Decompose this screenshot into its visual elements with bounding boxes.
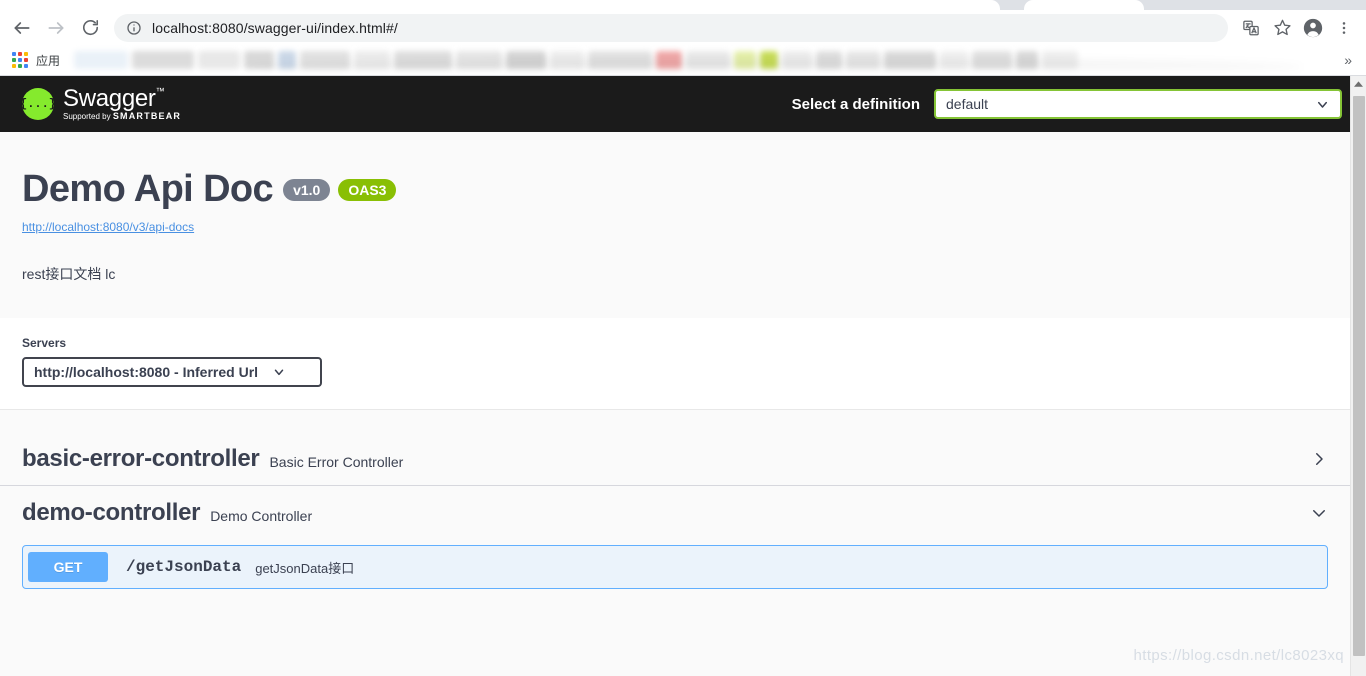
operation-summary: getJsonData接口 [255,560,355,576]
operation-list: GET /getJsonData getJsonData接口 [0,539,1350,589]
server-select[interactable]: http://localhost:8080 - Inferred Url [22,357,322,387]
reload-button[interactable] [76,14,104,42]
bookmark-item[interactable] [760,51,779,69]
tab-strip [0,0,1366,10]
page-title: Demo Api Doc v1.0 OAS3 [22,168,1328,211]
browser-window: localhost:8080/swagger-ui/index.html#/ 应… [0,0,1366,676]
apps-grid-icon[interactable] [12,52,28,68]
api-description: rest接口文档 lc [22,266,116,282]
bookmark-items-blurred [74,45,1344,75]
api-title-text: Demo Api Doc [22,168,274,210]
bookmark-item[interactable] [550,51,585,69]
tag-name: basic-error-controller [22,445,260,472]
more-menu-icon[interactable] [1330,14,1358,42]
bookmark-item[interactable] [506,51,547,69]
bookmarks-overflow-button[interactable]: » [1344,52,1358,68]
smartbear-brand: SMARTBEAR [112,111,182,121]
bookmark-item[interactable] [278,51,297,69]
swagger-logo[interactable]: {...} Swagger™ Supported by SMARTBEAR [20,87,181,121]
browser-toolbar: localhost:8080/swagger-ui/index.html#/ [0,10,1366,45]
forward-button[interactable] [42,14,70,42]
info-circle-icon [126,20,142,36]
definition-selector-group: Select a definition default [792,89,1342,119]
bookmark-item[interactable] [1042,51,1079,69]
bookmark-star-icon[interactable] [1268,14,1296,42]
chevron-down-icon [1315,97,1330,112]
tag-description: Demo Controller [210,508,313,524]
http-method-badge: GET [28,552,108,582]
operation-path: /getJsonData [126,558,242,576]
swagger-brand: Swagger [63,85,156,112]
bookmark-item[interactable] [1016,51,1039,69]
bookmark-item[interactable] [884,51,937,69]
bookmark-item[interactable] [816,51,843,69]
chevron-down-icon [272,365,286,379]
triangle-up-icon [1354,81,1363,87]
arrow-left-icon [14,21,30,34]
profile-avatar-icon[interactable] [1299,14,1327,42]
oas-badge: OAS3 [338,178,397,201]
bookmark-item[interactable] [940,51,969,69]
address-bar[interactable]: localhost:8080/swagger-ui/index.html#/ [114,13,1228,42]
apps-label[interactable]: 应用 [36,52,60,69]
bookmark-item[interactable] [456,51,503,69]
bookmark-item[interactable] [300,51,351,69]
back-button[interactable] [8,14,36,42]
tag-description: Basic Error Controller [269,454,404,470]
servers-block: Servers http://localhost:8080 - Inferred… [0,318,1350,410]
api-info-block: Demo Api Doc v1.0 OAS3 http://localhost:… [0,132,1350,318]
select-definition-label: Select a definition [791,95,920,113]
bookmark-item[interactable] [588,51,653,69]
supported-by-prefix: Supported by [63,112,111,121]
bookmark-item[interactable] [198,51,241,69]
tab-active[interactable] [0,0,1000,10]
bookmark-item[interactable] [74,51,129,69]
bookmark-item[interactable] [244,51,275,69]
swagger-logo-text: Swagger™ Supported by SMARTBEAR [63,87,181,121]
operation-row-get-getjsondata[interactable]: GET /getJsonData getJsonData接口 [22,545,1328,589]
scroll-up-button[interactable] [1351,76,1366,93]
bookmark-item[interactable] [656,51,683,69]
chevron-right-icon[interactable] [1310,450,1328,468]
tab-inactive[interactable] [1024,0,1144,10]
swagger-topbar: {...} Swagger™ Supported by SMARTBEAR Se… [0,76,1350,132]
bookmark-item[interactable] [734,51,757,69]
scrollbar-thumb[interactable] [1353,96,1365,656]
bookmark-item[interactable] [354,51,391,69]
tag-header-demo-controller[interactable]: demo-controller Demo Controller [0,486,1350,539]
address-bar-url: localhost:8080/swagger-ui/index.html#/ [152,19,398,36]
translate-icon[interactable] [1237,14,1265,42]
definition-select-value: default [946,96,989,112]
arrow-right-icon [48,21,64,34]
bookmark-item[interactable] [132,51,195,69]
page-viewport: {...} Swagger™ Supported by SMARTBEAR Se… [0,76,1366,676]
version-badge: v1.0 [283,178,331,201]
definition-select[interactable]: default [934,89,1342,119]
chevron-down-icon[interactable] [1310,504,1328,522]
trademark-mark: ™ [155,86,165,96]
supported-by-line: Supported by SMARTBEAR [63,112,181,121]
reload-icon [82,20,98,36]
bookmark-item[interactable] [972,51,1013,69]
swagger-logo-icon: {...} [20,88,56,120]
server-select-value: http://localhost:8080 - Inferred Url [34,364,259,380]
bookmark-item[interactable] [782,51,813,69]
page-scrollbar[interactable] [1350,76,1366,676]
watermark: https://blog.csdn.net/lc8023xq [1133,647,1344,664]
bookmark-item[interactable] [846,51,881,69]
tag-sections: basic-error-controller Basic Error Contr… [0,410,1350,589]
servers-label: Servers [22,336,67,350]
api-docs-link[interactable]: http://localhost:8080/v3/api-docs [22,220,194,234]
swagger-ui-page: {...} Swagger™ Supported by SMARTBEAR Se… [0,76,1350,676]
tag-name: demo-controller [22,499,201,526]
tag-header-basic-error-controller[interactable]: basic-error-controller Basic Error Contr… [0,432,1350,486]
tag-section-basic-error-controller: basic-error-controller Basic Error Contr… [0,432,1350,486]
bookmark-item[interactable] [394,51,453,69]
tag-section-demo-controller: demo-controller Demo Controller GET /get… [0,486,1350,589]
bookmarks-bar: 应用 » [0,45,1366,76]
bookmark-item[interactable] [686,51,731,69]
